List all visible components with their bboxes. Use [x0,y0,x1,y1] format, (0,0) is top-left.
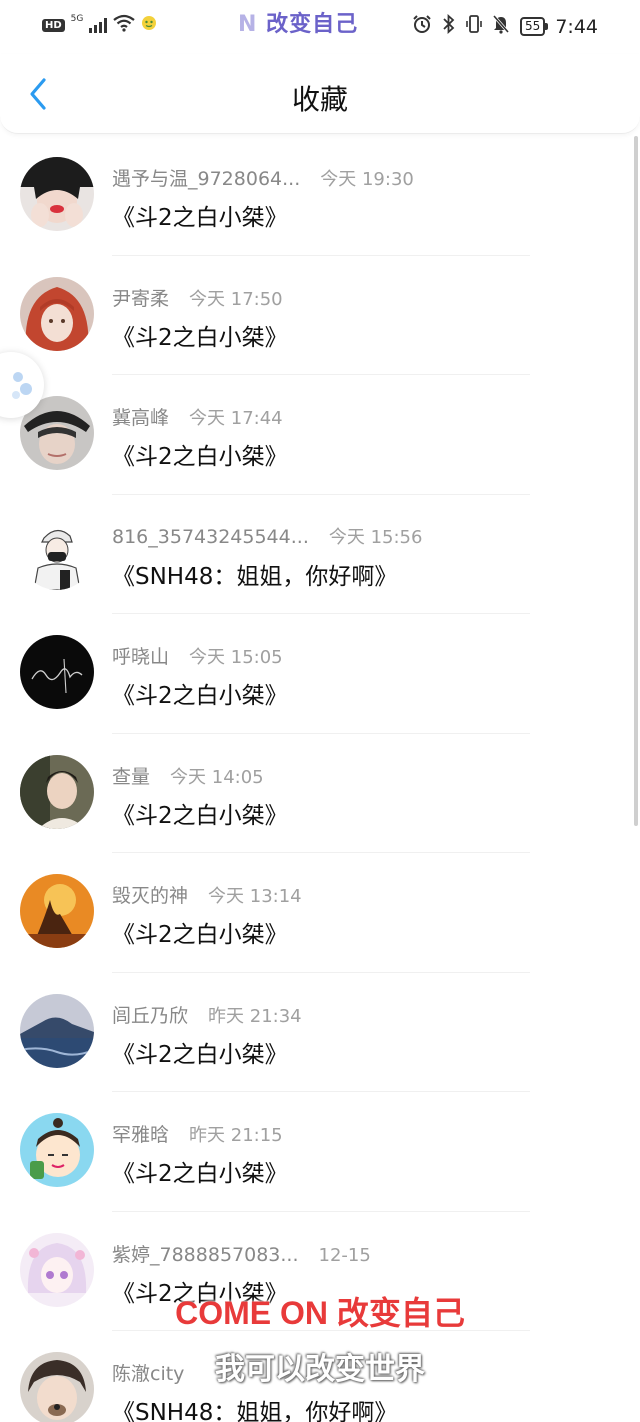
status-right: 55 7:44 [412,13,598,39]
username[interactable]: 遇予与温_9728064... [112,168,300,190]
avatar[interactable] [20,157,94,231]
battery-icon: 55 [520,17,549,36]
timestamp: 昨天 21:34 [208,1005,302,1027]
username[interactable]: 尹寄柔 [112,288,169,310]
item-meta: 尹寄柔 今天 17:50 [112,284,283,311]
item-meta: 罕雅晗 昨天 21:15 [112,1120,283,1147]
list-item[interactable]: 罕雅晗 昨天 21:15 《斗2之白小桀》 [0,1092,640,1212]
avatar[interactable] [20,874,94,948]
list-item[interactable]: 查量 今天 14:05 《斗2之白小桀》 [0,734,640,853]
caption-white: 我可以改变世界 [215,1352,425,1387]
wifi-icon [113,14,136,36]
caption-red: COME ON 改变自己 [175,1295,465,1331]
avatar[interactable] [20,515,94,590]
scrollbar[interactable] [634,136,638,826]
work-title[interactable]: 《斗2之白小桀》 [112,915,288,949]
status-left: HD 5G [42,14,157,36]
signal-icon [89,17,108,33]
work-title[interactable]: 《斗2之白小桀》 [112,198,288,232]
avatar[interactable] [20,1113,94,1187]
item-meta: 遇予与温_9728064... 今天 19:30 [112,164,414,191]
work-title[interactable]: 《斗2之白小桀》 [112,796,288,830]
list-item[interactable]: 呼晓山 今天 15:05 《斗2之白小桀》 [0,614,640,734]
timestamp: 今天 15:56 [328,526,423,548]
page-title: 收藏 [291,83,348,116]
hd-badge: HD [42,18,65,32]
item-meta: 毁灭的神 今天 13:14 [112,881,302,908]
work-title[interactable]: 《斗2之白小桀》 [112,676,288,710]
mute-icon [492,14,510,39]
status-caption: N 改变自己 [238,12,359,37]
avatar[interactable] [20,754,94,829]
app-notification-icon [141,15,157,35]
bluetooth-icon [442,13,456,39]
avatar[interactable] [20,993,94,1068]
work-title[interactable]: 《SNH48：姐姐，你好啊》 [112,557,397,591]
item-meta: 闾丘乃欣 昨天 21:34 [112,1001,302,1028]
list-item[interactable]: 遇予与温_9728064... 今天 19:30 《斗2之白小桀》 [0,136,640,256]
floating-ball-icon [12,372,32,399]
timestamp: 12-15 [318,1244,371,1266]
item-meta: 冀高峰 今天 17:44 [112,403,283,430]
work-title[interactable]: 《SNH48：姐姐，你好啊》 [112,1393,397,1422]
list-item[interactable]: 毁灭的神 今天 13:14 《斗2之白小桀》 [0,853,640,973]
username[interactable]: 罕雅晗 [112,1124,169,1146]
timestamp: 今天 17:44 [189,408,283,429]
username[interactable]: 闾丘乃欣 [112,1005,188,1027]
username[interactable]: 呼晓山 [112,646,169,668]
network-type: 5G [70,14,84,24]
item-meta: 呼晓山 今天 15:05 [112,642,283,669]
username[interactable]: 毁灭的神 [112,885,188,907]
list-item[interactable]: 闾丘乃欣 昨天 21:34 《斗2之白小桀》 [0,973,640,1092]
work-title[interactable]: 《斗2之白小桀》 [112,318,288,352]
list-item[interactable]: 冀高峰 今天 17:44 《斗2之白小桀》 [0,375,640,495]
username[interactable]: 查量 [112,766,150,788]
username[interactable]: 冀高峰 [112,407,169,429]
status-bar: HD 5G N 改变自己 55 7:44 [0,0,640,54]
item-meta: 查量 今天 14:05 [112,762,264,789]
work-title[interactable]: 《斗2之白小桀》 [112,437,288,471]
timestamp: 今天 13:14 [208,886,302,907]
work-title[interactable]: 《斗2之白小桀》 [112,1035,288,1069]
item-meta: 816_35743245544... 今天 15:56 [112,523,422,549]
avatar[interactable] [20,635,94,709]
timestamp: 昨天 21:15 [189,1125,283,1146]
list-item[interactable]: 816_35743245544... 今天 15:56 《SNH48：姐姐，你好啊… [0,495,640,614]
vibrate-icon [466,14,482,39]
avatar[interactable] [20,276,94,351]
clock: 7:44 [555,15,598,38]
username[interactable]: 816_35743245544... [112,526,309,548]
favorites-list: 遇予与温_9728064... 今天 19:30 《斗2之白小桀》 尹寄柔 今天 1… [0,136,640,1422]
username[interactable]: 紫婷_7888857083... [112,1244,299,1266]
timestamp: 今天 14:05 [170,766,264,788]
list-item[interactable]: 尹寄柔 今天 17:50 《斗2之白小桀》 [0,256,640,375]
alarm-icon [412,14,432,39]
item-meta: 紫婷_7888857083... 12-15 [112,1240,371,1267]
timestamp: 今天 17:50 [189,288,283,310]
timestamp: 今天 15:05 [189,647,283,668]
work-title[interactable]: 《斗2之白小桀》 [112,1154,288,1188]
timestamp: 今天 19:30 [320,169,414,190]
nav-bar: 收藏 [0,54,640,134]
